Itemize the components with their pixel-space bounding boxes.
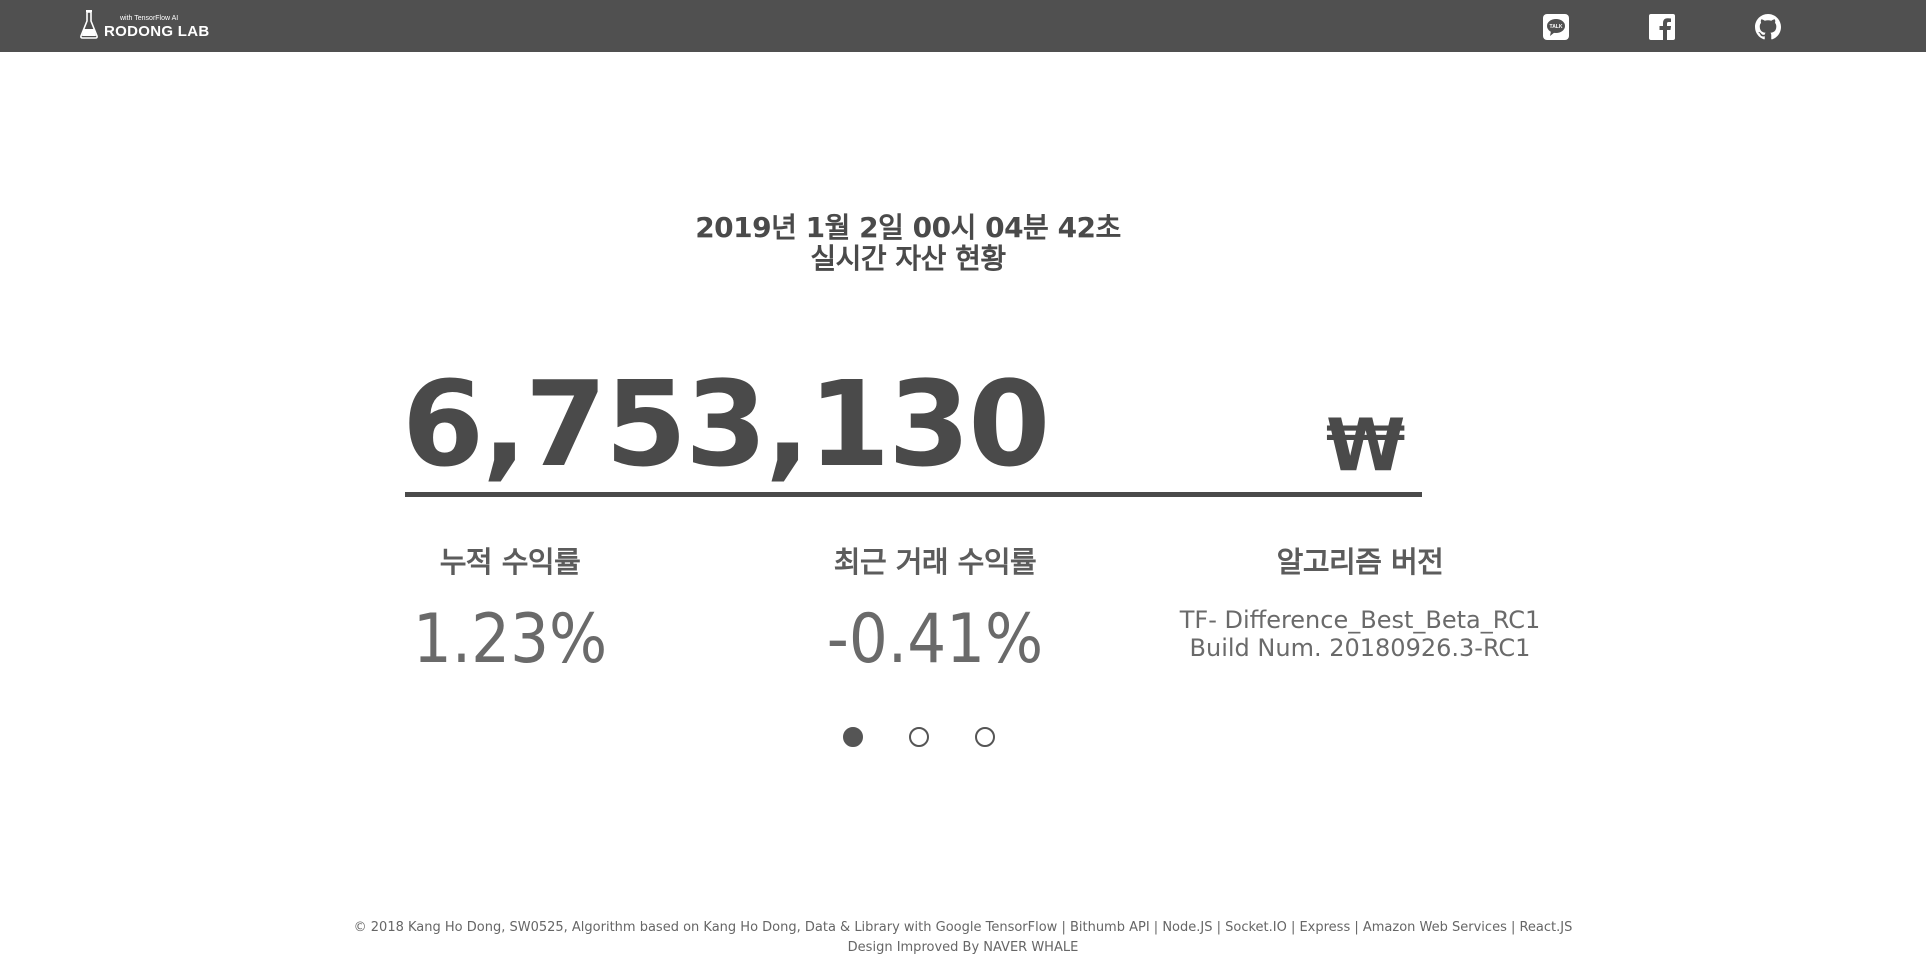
page: with TensorFlow AI RODONG LAB TALK 2019년… [0, 0, 1926, 970]
footer: © 2018 Kang Ho Dong, SW0525, Algorithm b… [0, 918, 1926, 958]
cumulative-return: 누적 수익률 1.23% [390, 544, 630, 680]
algorithm-version: 알고리즘 버전 TF- Difference_Best_Beta_RC1 Bui… [1165, 544, 1555, 662]
facebook-icon [1649, 14, 1675, 40]
page-subtitle: 실시간 자산 현황 [810, 242, 1006, 275]
footer-design-credit: Design Improved By NAVER WHALE [847, 940, 1079, 955]
asset-underline [405, 492, 1422, 497]
svg-text:TALK: TALK [1550, 24, 1563, 30]
title-block: 2019년 1월 2일 00시 04분 42초 실시간 자산 현황 [0, 212, 1816, 274]
brand-name: RODONG LAB [104, 23, 210, 40]
carousel-pagination [843, 727, 995, 747]
carousel-dot-3[interactable] [975, 727, 995, 747]
cumulative-return-value: 1.23% [412, 600, 608, 679]
flask-icon [80, 10, 98, 39]
carousel-dot-2[interactable] [909, 727, 929, 747]
algorithm-version-label: 알고리즘 버전 [1276, 545, 1444, 579]
timestamp: 2019년 1월 2일 00시 04분 42초 [695, 211, 1121, 244]
brand-logo[interactable]: with TensorFlow AI RODONG LAB [80, 9, 210, 39]
github-link[interactable] [1755, 14, 1781, 40]
recent-trade-return-value: -0.41% [826, 600, 1044, 679]
algorithm-version-name: TF- Difference_Best_Beta_RC1 [1179, 606, 1541, 634]
carousel-dot-1[interactable] [843, 727, 863, 747]
algorithm-build-number: Build Num. 20180926.3-RC1 [1189, 634, 1531, 662]
top-navbar: with TensorFlow AI RODONG LAB TALK [0, 0, 1926, 52]
brand-subtitle: with TensorFlow AI [120, 15, 179, 22]
facebook-link[interactable] [1649, 14, 1675, 40]
currency-symbol: ₩ [1326, 403, 1406, 487]
recent-trade-return-label: 최근 거래 수익률 [833, 545, 1037, 579]
cumulative-return-label: 누적 수익률 [439, 545, 581, 579]
total-asset-value: 6,753,130 [402, 355, 1050, 493]
github-icon [1755, 14, 1781, 40]
kakaotalk-link[interactable]: TALK [1543, 14, 1569, 40]
footer-credits: © 2018 Kang Ho Dong, SW0525, Algorithm b… [353, 920, 1573, 935]
talk-icon: TALK [1543, 14, 1569, 40]
recent-trade-return: 최근 거래 수익률 -0.41% [800, 544, 1070, 680]
